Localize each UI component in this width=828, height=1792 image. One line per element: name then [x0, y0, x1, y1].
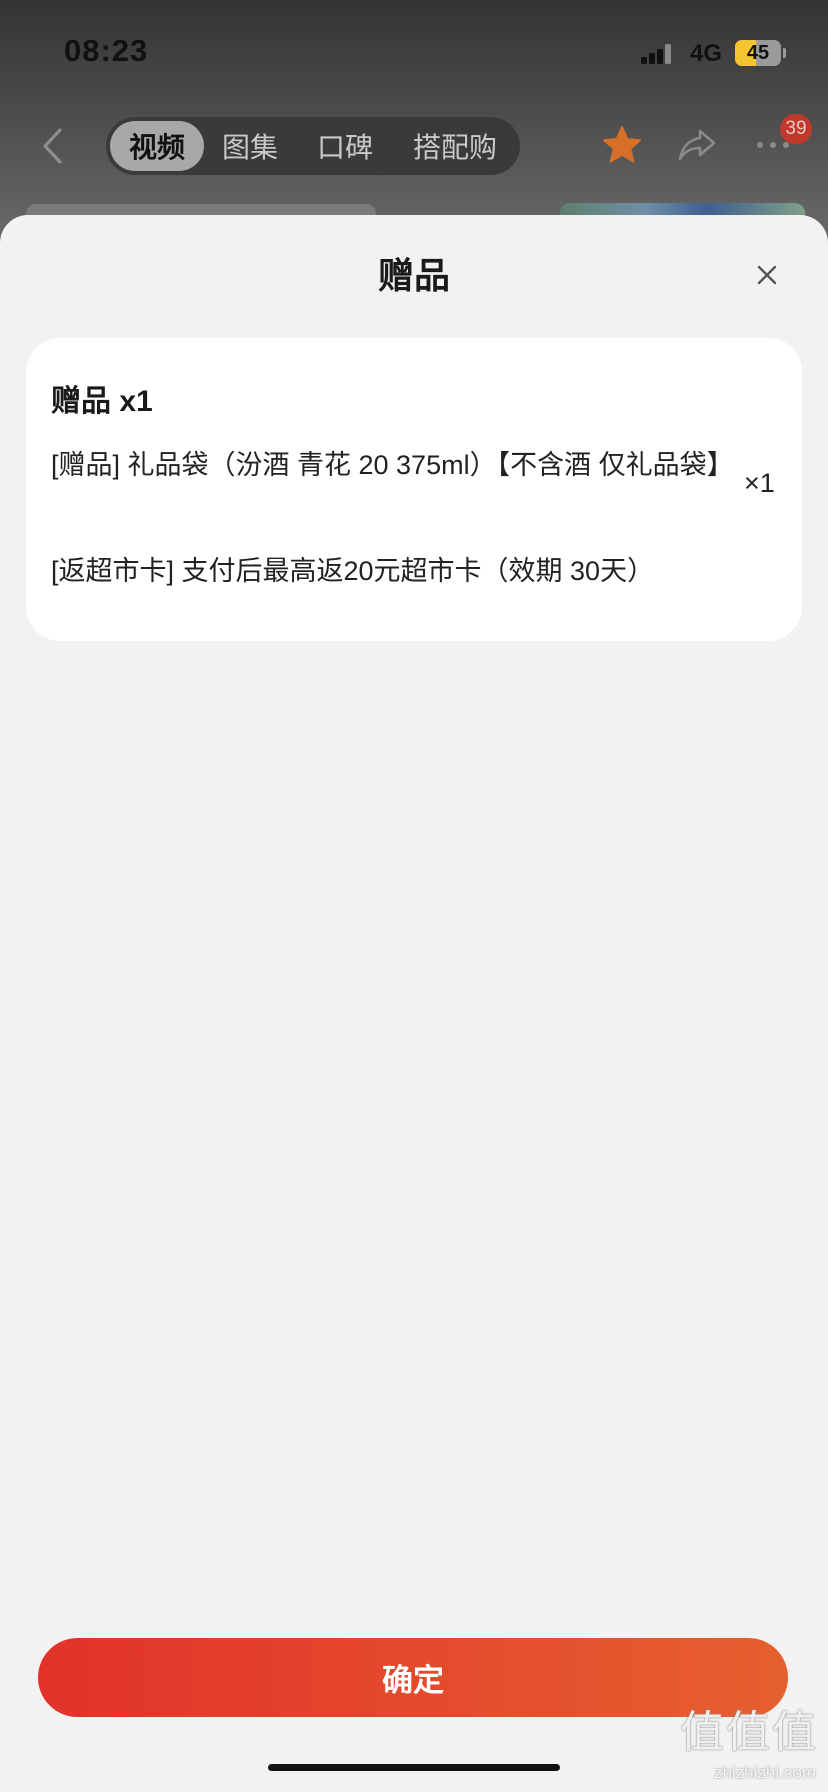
watermark-logo: 值值值 [680, 1708, 818, 1757]
cashback-item-text: [返超市卡] 支付后最高返20元超市卡（效期 30天） [51, 556, 655, 586]
battery-tip [783, 48, 786, 58]
status-time: 08:23 [64, 33, 149, 68]
cellular-signal-icon [641, 44, 673, 64]
confirm-button[interactable]: 确定 [38, 1638, 788, 1717]
battery-percentage: 45 [746, 41, 770, 64]
share-icon[interactable] [677, 127, 717, 163]
battery-icon: 45 [735, 40, 781, 66]
star-icon[interactable] [601, 124, 643, 166]
gift-heading: 赠品 x1 [51, 385, 153, 418]
notification-badge: 39 [780, 114, 812, 144]
close-icon[interactable] [756, 264, 778, 286]
gift-item-quantity: ×1 [744, 468, 775, 498]
gift-bottom-sheet: 赠品 赠品 x1 [赠品] 礼品袋（汾酒 青花 20 375ml）【不含酒 仅礼… [0, 215, 828, 1792]
tab-gallery[interactable]: 图集 [210, 121, 290, 171]
network-type: 4G [690, 40, 723, 67]
home-indicator[interactable] [268, 1764, 560, 1771]
media-tabs: 视频 图集 口碑 搭配购 [106, 117, 520, 175]
gift-item-text: [赠品] 礼品袋（汾酒 青花 20 375ml）【不含酒 仅礼品袋】 [51, 450, 734, 480]
gift-card: 赠品 x1 [赠品] 礼品袋（汾酒 青花 20 375ml）【不含酒 仅礼品袋】… [26, 338, 802, 641]
watermark-site: zhizhizhi.com [713, 1763, 816, 1782]
chevron-left-icon[interactable] [40, 126, 64, 166]
tab-bundle[interactable]: 搭配购 [400, 121, 510, 171]
tab-video[interactable]: 视频 [110, 121, 204, 171]
tab-reviews[interactable]: 口碑 [305, 121, 385, 171]
sheet-title: 赠品 [377, 255, 450, 296]
